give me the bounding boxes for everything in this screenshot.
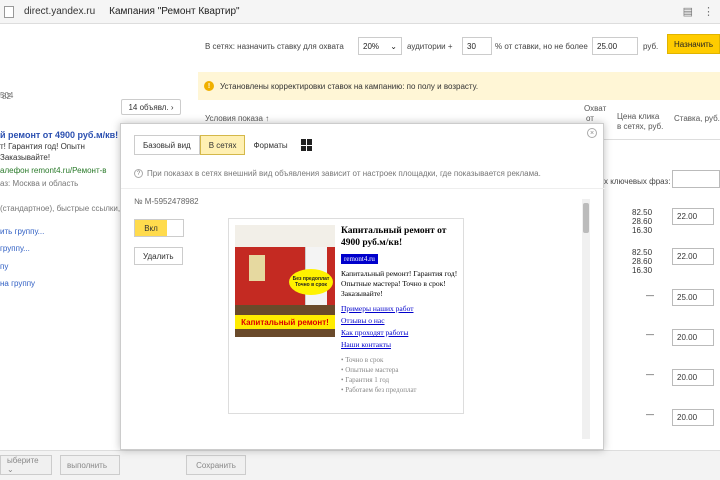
menu-icon[interactable]: ⋮ [703,5,714,18]
tab-networks[interactable]: В сетях [199,135,246,155]
preview-scrollbar[interactable] [582,199,590,439]
ad-domain[interactable]: remont4.ru [341,254,378,264]
keywords-label: х ключевых фраз: [604,176,671,186]
scrollbar-thumb[interactable] [583,203,589,233]
hint-text: При показах в сетях внешний вид объявлен… [147,169,541,178]
ads-count-tab[interactable]: 14 объявл. › [121,99,181,115]
coverage-value: 20% [363,41,380,51]
col-conditions[interactable]: Условия показа ↑ [205,114,269,123]
info-icon: ! [204,81,214,91]
left-ad-text: т! Гарантия год! Опытн [0,142,85,151]
bookmark-icon[interactable]: ▤ [683,5,693,18]
sitelinks: Примеры наших работ Отзывы о нас Как про… [341,303,463,351]
bid-input[interactable]: 20.00 [672,329,714,346]
left-ad-url: алефон remont4.ru/Ремонт-в [0,166,107,175]
col-coverage-sub: от [586,114,594,123]
price-value: 16.30 [632,266,653,275]
toggle-label: Вкл [135,220,167,236]
browser-bar: direct.yandex.ru Кампания "Ремонт Кварти… [0,0,720,24]
left-link-2[interactable]: группу... [0,244,30,253]
col-bid: Ставка, руб. [674,114,720,123]
browser-actions: ▤ ⋮ [683,5,714,18]
page-icon [4,5,14,18]
sitelink[interactable]: Примеры наших работ [341,303,463,315]
notice-banner: ! Установлены корректировки ставок на ка… [198,72,720,100]
grid-icon[interactable] [300,138,314,152]
price-value: — [646,370,654,379]
price-value: — [646,291,654,300]
ad-id: № M-5952478982 [134,197,199,206]
callout: • Работаем без предоплат [341,386,417,394]
bid-input[interactable]: 20.00 [672,409,714,426]
coverage-select[interactable]: 20% ⌄ [358,37,402,55]
audience-label: аудитории + [407,41,453,51]
bottom-toolbar: ыберите ⌄ выполнить Сохранить [0,450,720,480]
left-link-3[interactable]: пу [0,262,8,271]
notice-text: Установлены корректировки ставок на камп… [220,81,479,91]
sitelink[interactable]: Как проходят работы [341,327,463,339]
left-ad-text2: Заказывайте! [0,153,51,162]
tab-formats[interactable]: Форматы [245,135,296,155]
sitelink[interactable]: Наши контакты [341,339,463,351]
ad-image-banner: Капитальный ремонт! [235,315,335,329]
left-link-1[interactable]: ить группу... [0,227,44,236]
left-id: 504 [0,91,14,100]
callout: • Точно в срок [341,356,384,364]
bid-input[interactable]: 22.00 [672,248,714,265]
callout: • Гарантия 1 год [341,376,390,384]
max-bid-input[interactable]: 25.00 [592,37,638,55]
delete-button[interactable]: Удалить [134,247,183,265]
price-value: — [646,410,654,419]
page-title: Кампания "Ремонт Квартир" [109,6,240,17]
ad-text: Капитальный ремонт! Гарантия год! Опытны… [341,269,458,298]
run-button[interactable]: выполнить [60,455,120,475]
left-ad-title[interactable]: й ремонт от 4900 руб.м/кв! [0,130,118,140]
price-value: 16.30 [632,226,653,235]
price-value: 28.60 [632,257,653,266]
select-action-dropdown[interactable]: ыберите ⌄ [0,455,52,475]
price-value: 28.60 [632,217,653,226]
percent-label: % от ставки, но не более [495,41,588,51]
left-region: аз: Москва и область [0,179,79,188]
view-tabs: Базовый вид В сетях Форматы [134,135,314,155]
question-icon: ? [134,169,143,178]
tab-basic-view[interactable]: Базовый вид [134,135,200,155]
ad-enable-toggle[interactable]: Вкл [134,219,184,237]
bid-label: В сетях: назначить ставку для охвата [205,41,344,51]
bid-input[interactable]: 25.00 [672,289,714,306]
ad-body: Капитальный ремонт от 4900 руб.м/кв! rem… [341,225,463,395]
price-value: 82.50 [632,208,653,217]
audience-input[interactable]: 30 [462,37,492,55]
callout: • Опытные мастера [341,366,399,374]
currency-label: руб. [643,41,659,51]
col-coverage: Охват [584,104,607,113]
assign-button[interactable]: Назначить [667,34,720,54]
save-button[interactable]: Сохранить [186,455,246,475]
callouts: • Точно в срок • Опытные мастера • Гаран… [341,355,463,395]
col-price-sub: в сетях, руб. [617,122,664,131]
chevron-down-icon: ⌄ [390,41,397,51]
close-icon[interactable]: × [587,128,597,138]
networks-hint: ? При показах в сетях внешний вид объявл… [134,169,541,178]
ad-title[interactable]: Капитальный ремонт от 4900 руб.м/кв! [341,225,463,249]
bid-input[interactable]: 22.00 [672,208,714,225]
keywords-input[interactable] [672,170,720,188]
left-format: (стандартное), быстрые ссылки, [0,204,121,213]
col-price: Цена клика [617,112,660,121]
price-value: 82.50 [632,248,653,257]
bid-input[interactable]: 20.00 [672,369,714,386]
network-bid-bar: В сетях: назначить ставку для охвата 20%… [200,34,720,58]
keywords-filter: х ключевых фраз: [604,170,720,192]
left-link-4[interactable]: на группу [0,279,35,288]
ad-preview-popup: × Базовый вид В сетях Форматы ? При пока… [120,123,605,450]
url-text[interactable]: direct.yandex.ru [24,6,95,17]
ad-image-badge: Без предоплат Точно в срок [289,269,333,295]
sitelink[interactable]: Отзывы о нас [341,315,463,327]
ad-image: Без предоплат Точно в срок Капитальный р… [235,225,335,337]
divider [121,188,605,189]
ad-preview: Без предоплат Точно в срок Капитальный р… [228,218,464,414]
price-value: — [646,330,654,339]
toggle-knob [167,220,183,236]
